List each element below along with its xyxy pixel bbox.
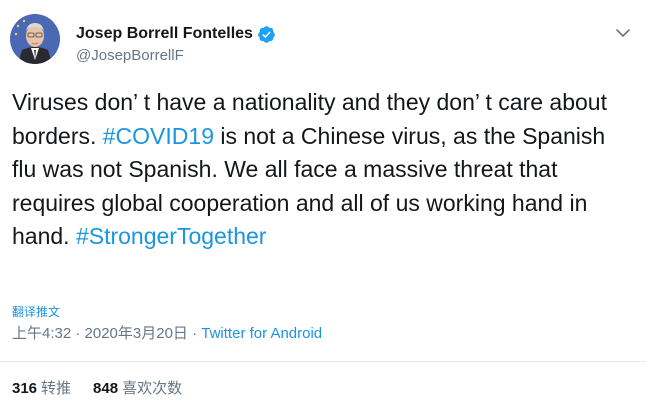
retweets-label: 转推 bbox=[41, 380, 72, 397]
chevron-down-icon[interactable] bbox=[614, 24, 632, 42]
likes-stat[interactable]: 848 喜欢次数 bbox=[93, 377, 182, 398]
retweets-stat[interactable]: 316 转推 bbox=[12, 377, 71, 398]
verified-badge-icon bbox=[257, 25, 276, 44]
hashtag-strongertogether[interactable]: #StrongerTogether bbox=[76, 223, 267, 249]
tweet-card: Josep Borrell Fontelles @JosepBorrellF V… bbox=[0, 0, 646, 411]
translate-tweet-link[interactable]: 翻译推文 bbox=[12, 303, 60, 320]
source-link[interactable]: Twitter for Android bbox=[201, 325, 322, 342]
display-name[interactable]: Josep Borrell Fontelles bbox=[76, 25, 253, 43]
handle: @JosepBorrellF bbox=[76, 47, 184, 64]
divider bbox=[0, 361, 646, 362]
name-row: Josep Borrell Fontelles bbox=[76, 23, 276, 45]
tweet-text: Viruses don’ t have a nationality and th… bbox=[12, 86, 634, 254]
tweet-meta: 上午4:32 · 2020年3月20日 · Twitter for Androi… bbox=[12, 322, 322, 343]
likes-count: 848 bbox=[93, 380, 119, 397]
timestamp[interactable]: 上午4:32 · 2020年3月20日 · bbox=[12, 325, 201, 342]
author-block[interactable]: Josep Borrell Fontelles @JosepBorrellF bbox=[76, 23, 276, 64]
likes-label: 喜欢次数 bbox=[122, 380, 183, 397]
retweets-count: 316 bbox=[12, 380, 38, 397]
hashtag-covid19[interactable]: #COVID19 bbox=[103, 123, 214, 149]
tweet-stats: 316 转推 848 喜欢次数 bbox=[12, 377, 182, 398]
profile-photo-icon bbox=[10, 14, 60, 64]
avatar[interactable] bbox=[10, 14, 60, 64]
